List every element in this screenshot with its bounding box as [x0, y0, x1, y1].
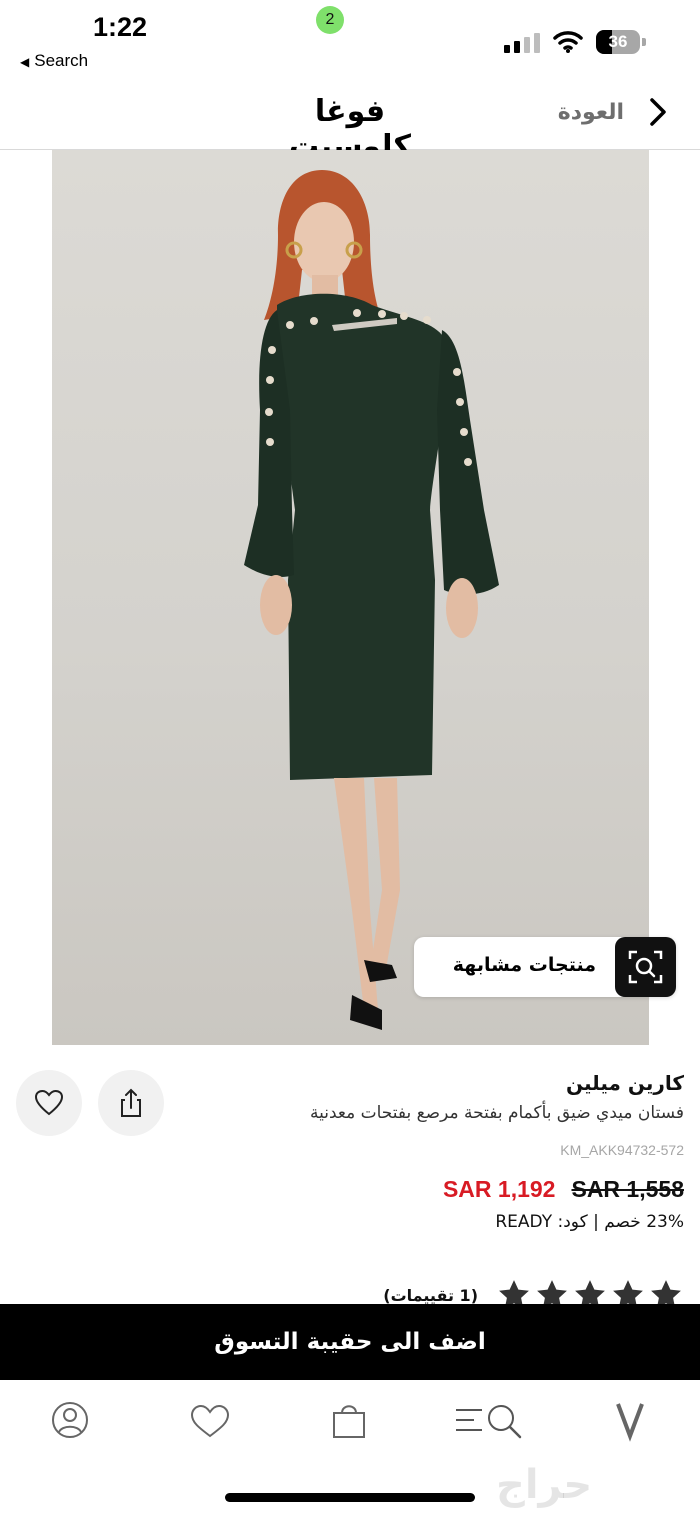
add-to-bag-button[interactable]: اضف الى حقيبة التسوق — [0, 1304, 700, 1380]
battery-level: 36 — [608, 32, 628, 51]
home-indicator — [225, 1493, 475, 1502]
product-image[interactable] — [52, 150, 649, 1045]
tab-wishlist[interactable] — [180, 1396, 240, 1456]
tab-menu-search[interactable] — [456, 1396, 522, 1456]
similar-products-label: منتجات مشابهة — [452, 954, 596, 976]
tab-brand-logo[interactable] — [610, 1396, 670, 1456]
back-label: العودة — [557, 99, 624, 125]
back-to-search-link[interactable]: ◀ Search — [20, 51, 88, 71]
status-time: 1:22 — [93, 12, 148, 42]
share-button[interactable] — [98, 1070, 164, 1136]
back-button[interactable]: العودة — [558, 96, 670, 128]
cart-count-badge: 2 — [316, 6, 344, 34]
sale-price: SAR 1,192 — [442, 1176, 556, 1202]
visual-search-icon — [615, 937, 676, 997]
tab-profile[interactable] — [40, 1396, 100, 1456]
price-block: SAR 1,192 SAR 1,558 — [443, 1176, 684, 1203]
back-app-label: Search — [34, 51, 89, 70]
heart-icon — [190, 1404, 230, 1438]
product-description: فستان ميدي ضيق بأكمام بفتحة مرصع بفتحات … — [310, 1103, 684, 1123]
product-brand[interactable]: كارين ميلين — [566, 1071, 684, 1095]
shopping-bag-icon — [333, 1405, 365, 1438]
product-sku: KM_AKK94732-572 — [560, 1142, 684, 1158]
tab-shopping-bag[interactable] — [320, 1396, 380, 1456]
original-price: SAR 1,558 — [571, 1176, 684, 1202]
brand-logo-icon — [616, 1403, 644, 1442]
cellular-signal-icon — [504, 33, 542, 53]
battery-icon: 36 — [596, 30, 646, 54]
status-bar: 1:22 ◀ Search 36 — [0, 0, 700, 80]
dress-model-illustration — [244, 170, 499, 1030]
watermark: حراج — [496, 1462, 593, 1508]
discount-code-text: 23% خصم | كود: READY — [495, 1212, 684, 1232]
menu-search-icon — [456, 1405, 522, 1439]
reviews-count: (1 تقييمات) — [383, 1285, 478, 1305]
heart-icon — [34, 1089, 64, 1116]
wifi-icon — [553, 30, 583, 54]
similar-products-button[interactable]: منتجات مشابهة — [414, 937, 676, 997]
profile-icon — [52, 1402, 88, 1438]
back-triangle-icon: ◀ — [20, 55, 30, 69]
chevron-right-icon — [650, 98, 666, 126]
share-icon — [121, 1088, 141, 1117]
nav-header: فوغا كلوسيت العودة — [0, 80, 700, 164]
add-to-wishlist-button[interactable] — [16, 1070, 82, 1136]
